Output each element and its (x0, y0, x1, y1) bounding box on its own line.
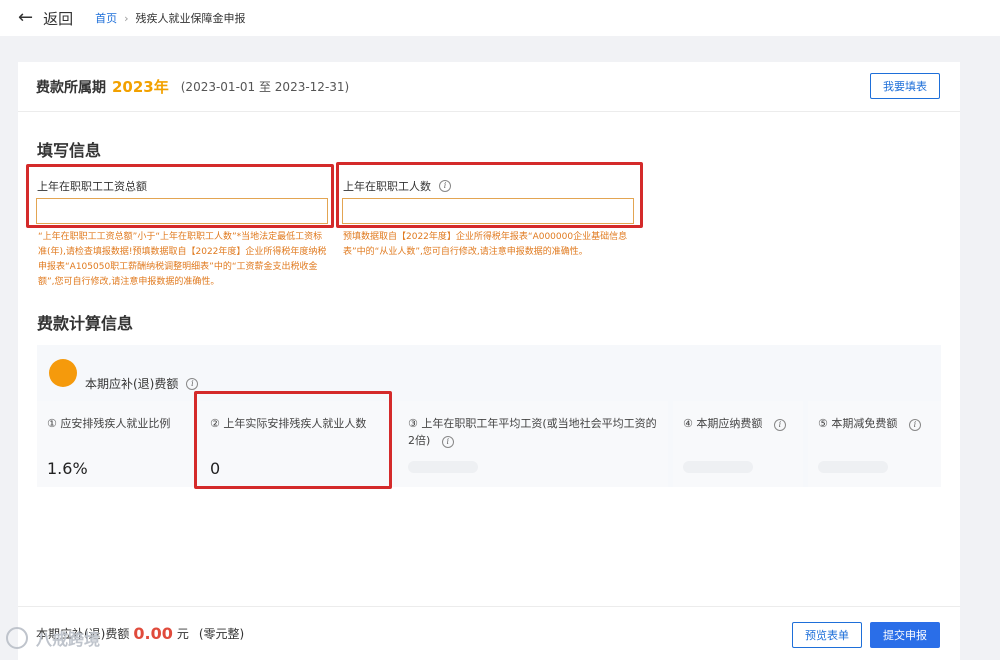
metric-required-ratio: ① 应安排残疾人就业比例 1.6% (37, 401, 195, 487)
metric-value-redacted (408, 461, 478, 473)
staff-count-label-text: 上年在职职工人数 (343, 180, 431, 193)
top-bar: ← 返回 首页 › 残疾人就业保障金申报 (0, 0, 1000, 36)
watermark: 八戒跨境 (6, 626, 100, 650)
fill-form-button[interactable]: 我要填表 (870, 73, 940, 99)
chevron-right-icon: › (124, 11, 129, 25)
metric-label: ③ 上年在职职工年平均工资(或当地社会平均工资的2倍) i (408, 415, 658, 449)
fill-section-title: 填写信息 (37, 141, 102, 160)
staff-count-input[interactable] (342, 198, 634, 224)
metric-label: ⑤ 本期减免费额 i (818, 415, 921, 432)
coin-icon (49, 359, 77, 387)
footer-unit: 元 (176, 627, 189, 641)
calc-head-label: 本期应补(退)费额 i (85, 375, 199, 392)
info-icon[interactable]: i (186, 377, 199, 390)
arrow-left-icon: ← (18, 7, 34, 28)
calc-panel: 本期应补(退)费额 i ① 应安排残疾人就业比例 1.6% ② 上年实际安排残疾… (37, 345, 941, 487)
watermark-text: 八戒跨境 (36, 630, 101, 649)
metric-value-redacted (818, 461, 888, 473)
footer-bar: 本期应补(退)费额 0.00 元 (零元整) 预览表单 提交申报 (18, 606, 960, 660)
metric-label: ① 应安排残疾人就业比例 (47, 417, 171, 430)
footer-amount: 0.00 (133, 624, 173, 643)
info-icon[interactable]: i (908, 419, 921, 431)
submit-declaration-button[interactable]: 提交申报 (870, 622, 940, 648)
staff-count-hint: 预填数据取自【2022年度】企业所得税年报表“A000000企业基础信息表”中的… (343, 232, 628, 257)
metric-value: 0 (210, 459, 221, 478)
calc-summary-head: 本期应补(退)费额 i (37, 345, 941, 399)
metric-reduced-fee: ⑤ 本期减免费额 i (808, 401, 941, 487)
metric-label-text: ⑤ 本期减免费额 (818, 417, 898, 430)
metric-label-text: ④ 本期应纳费额 (683, 417, 763, 430)
info-icon[interactable]: i (441, 436, 454, 448)
metric-average-wage: ③ 上年在职职工年平均工资(或当地社会平均工资的2倍) i (398, 401, 668, 487)
metric-label: ② 上年实际安排残疾人就业人数 (210, 417, 367, 430)
metric-actual-disabled-staff: ② 上年实际安排残疾人就业人数 0 (200, 401, 393, 487)
back-label: 返回 (43, 9, 74, 28)
metric-label: ④ 本期应纳费额 i (683, 415, 786, 432)
info-icon[interactable]: i (773, 419, 786, 431)
preview-form-button[interactable]: 预览表单 (792, 622, 862, 648)
metric-value-redacted (683, 461, 753, 473)
metric-payable-fee: ④ 本期应纳费额 i (673, 401, 803, 487)
watermark-logo-icon (6, 627, 28, 649)
period-label: 费款所属期 (36, 79, 106, 96)
back-button[interactable]: ← 返回 (18, 8, 73, 29)
period-year: 2023年 (112, 78, 169, 96)
breadcrumb: 首页 › 残疾人就业保障金申报 (95, 10, 245, 26)
footer-amount-words: (零元整) (198, 627, 245, 641)
info-icon[interactable]: i (439, 180, 451, 192)
wage-total-label-text: 上年在职职工工资总额 (37, 180, 147, 193)
declaration-card: 费款所属期 2023年 (2023-01-01 至 2023-12-31) 我要… (18, 62, 960, 610)
breadcrumb-home-link[interactable]: 首页 (95, 10, 117, 26)
wage-total-input[interactable] (36, 198, 328, 224)
period-range: (2023-01-01 至 2023-12-31) (180, 80, 350, 94)
staff-count-label: 上年在职职工人数 i (343, 178, 451, 194)
calc-section-title: 费款计算信息 (37, 314, 134, 333)
calc-head-label-text: 本期应补(退)费额 (85, 377, 179, 391)
wage-total-label: 上年在职职工工资总额 (37, 178, 147, 194)
page-margin (978, 36, 1000, 660)
breadcrumb-current: 残疾人就业保障金申报 (135, 12, 246, 25)
metric-value: 1.6% (47, 459, 88, 478)
wage-total-hint: “上年在职职工工资总额”小于“上年在职职工人数”*当地法定最低工资标准(年),请… (38, 232, 327, 287)
period-header: 费款所属期 2023年 (2023-01-01 至 2023-12-31) 我要… (18, 62, 960, 112)
